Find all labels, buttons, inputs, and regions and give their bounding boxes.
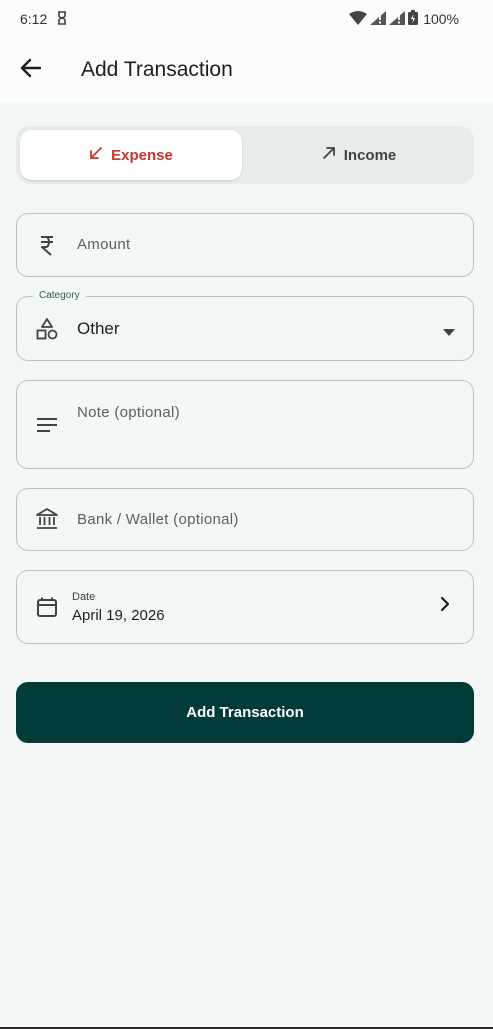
battery-percent: 100% bbox=[423, 11, 459, 27]
dropdown-arrow-icon bbox=[443, 323, 455, 341]
status-indicators: 100% bbox=[349, 10, 459, 28]
notes-icon bbox=[35, 413, 59, 437]
date-value: April 19, 2026 bbox=[72, 607, 165, 624]
arrow-down-left-icon bbox=[89, 146, 103, 164]
expense-tab[interactable]: Expense bbox=[20, 130, 242, 180]
add-transaction-button[interactable]: Add Transaction bbox=[16, 682, 474, 743]
status-bar: 6:12 100% bbox=[0, 0, 493, 38]
amount-placeholder: Amount bbox=[77, 236, 131, 253]
notification-icon bbox=[55, 10, 69, 29]
date-picker[interactable]: Date April 19, 2026 bbox=[16, 570, 474, 644]
bank-wallet-field[interactable]: Bank / Wallet (optional) bbox=[16, 488, 474, 551]
app-bar: Add Transaction bbox=[0, 38, 493, 102]
wifi-icon bbox=[349, 10, 368, 28]
signal-icon bbox=[370, 10, 387, 28]
arrow-up-right-icon bbox=[322, 146, 336, 164]
expense-label: Expense bbox=[111, 146, 173, 164]
category-label: Category bbox=[33, 290, 86, 301]
category-select[interactable]: Category Other bbox=[16, 290, 474, 361]
category-icon bbox=[35, 317, 59, 341]
amount-field[interactable]: Amount bbox=[16, 213, 474, 277]
calendar-icon bbox=[35, 595, 59, 619]
category-value: Other bbox=[77, 319, 120, 338]
income-tab[interactable]: Income bbox=[248, 130, 470, 180]
income-label: Income bbox=[343, 146, 397, 164]
rupee-icon bbox=[35, 233, 59, 257]
chevron-right-icon bbox=[440, 596, 450, 616]
date-label: Date bbox=[72, 591, 96, 603]
bank-placeholder: Bank / Wallet (optional) bbox=[77, 511, 239, 528]
battery-icon bbox=[408, 10, 419, 28]
note-placeholder: Note (optional) bbox=[77, 404, 180, 421]
bank-icon bbox=[35, 507, 59, 531]
status-time: 6:12 bbox=[20, 11, 48, 27]
note-field[interactable]: Note (optional) bbox=[16, 380, 474, 469]
arrow-back-icon bbox=[19, 58, 42, 83]
signal-icon-2 bbox=[389, 10, 406, 28]
transaction-type-toggle: Expense Income bbox=[16, 126, 474, 184]
back-button[interactable] bbox=[16, 56, 44, 84]
page-title: Add Transaction bbox=[81, 58, 233, 81]
